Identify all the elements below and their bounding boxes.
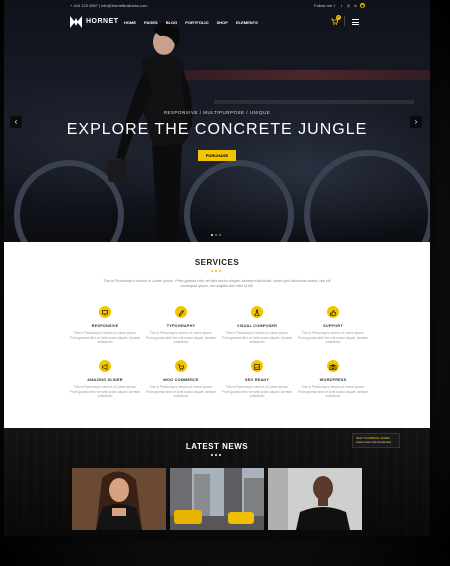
nav-divider: [344, 16, 345, 26]
service-visual-composer: VISUAL COMPOSER This is Photoshop's vers…: [222, 306, 292, 345]
chart-icon: [251, 360, 263, 372]
news-card-image[interactable]: [72, 468, 166, 530]
service-name: WOO COMMERCE: [163, 378, 199, 382]
nav-item-elements[interactable]: ELEMENTS: [236, 20, 258, 25]
purchase-button[interactable]: PURCHASE: [198, 150, 236, 161]
service-name: TYPOGRAPHY: [166, 324, 196, 328]
service-amazing-slider: AMAZING SLIDER This is Photoshop's versi…: [70, 360, 140, 399]
train-beam: [184, 70, 430, 80]
service-desc: This is Photoshop's version of Lorem Ips…: [222, 385, 292, 398]
logo-text[interactable]: HORNET: [86, 18, 119, 25]
service-seo-ready: SEO READY This is Photoshop's version of…: [222, 360, 292, 399]
service-desc: This is Photoshop's version of Lorem Ips…: [70, 385, 140, 398]
hero-headline: EXPLORE THE CONCRETE JUNGLE: [66, 121, 368, 138]
slider-dot[interactable]: [211, 234, 213, 236]
website-preview: + 444 123 4567 | info@hornetbusiness.com…: [4, 0, 430, 536]
service-name: AMAZING SLIDER: [87, 378, 123, 382]
nav-item-pages[interactable]: PAGES: [144, 20, 158, 25]
service-name: SUPPORT: [323, 324, 343, 328]
linkedin-icon[interactable]: in: [353, 3, 358, 8]
hero-tagline: RESPONSIVE / MULTIPURPOSE / UNIQUE: [163, 110, 271, 115]
hero-slider: + 444 123 4567 | info@hornetbusiness.com…: [4, 0, 430, 242]
top-bar: + 444 123 4567 | info@hornetbusiness.com…: [4, 0, 430, 12]
nav-item-blog[interactable]: BLOG: [166, 20, 178, 25]
nav-menu: HOME PAGES BLOG PORTFOLIO SHOP ELEMENTS: [124, 20, 258, 25]
service-typography: TYPOGRAPHY This is Photoshop's version o…: [146, 306, 216, 345]
service-wordpress: WORDPRESS This is Photoshop's version of…: [298, 360, 368, 399]
slider-next-arrow-icon[interactable]: ›: [410, 116, 422, 128]
latest-news-section: NEW THUMBNAIL SLIDES Latest news with th…: [4, 428, 430, 536]
nav-item-shop[interactable]: SHOP: [217, 20, 228, 25]
title-divider-dots: [211, 270, 221, 272]
train-rail: [214, 100, 414, 104]
train-wheel: [304, 150, 430, 242]
service-desc: This is Photoshop's version of Lorem Ips…: [298, 331, 368, 344]
service-name: SEO READY: [244, 378, 270, 382]
hamburger-menu-icon[interactable]: [352, 19, 359, 25]
slider-dot[interactable]: [215, 234, 217, 236]
slider-pagination: [211, 234, 221, 236]
service-woo-commerce: WOO COMMERCE This is Photoshop's version…: [146, 360, 216, 399]
nav-item-home[interactable]: HOME: [124, 20, 136, 25]
service-desc: This is Photoshop's version of Lorem Ips…: [222, 331, 292, 344]
service-desc: This is Photoshop's version of Lorem Ips…: [298, 385, 368, 398]
services-title: SERVICES: [194, 258, 240, 267]
news-card-image[interactable]: [268, 468, 362, 530]
nav-item-portfolio[interactable]: PORTFOLIO: [185, 20, 208, 25]
megaphone-icon: [99, 360, 111, 372]
hornet-logo-icon[interactable]: [70, 16, 82, 28]
twitter-icon[interactable]: t: [339, 3, 344, 8]
cart-count-badge: 0: [336, 15, 341, 20]
pen-icon: [175, 306, 187, 318]
service-desc: This is Photoshop's version of Lorem Ips…: [146, 331, 216, 344]
service-name: WORDPRESS: [319, 378, 347, 382]
cart-icon: [175, 360, 187, 372]
service-desc: This is Photoshop's version of Lorem Ips…: [146, 385, 216, 398]
news-title: LATEST NEWS: [185, 442, 249, 451]
service-name: RESPONSIVE: [91, 324, 119, 328]
service-name: VISUAL COMPOSER: [236, 324, 278, 328]
service-desc: This is Photoshop's version of Lorem Ips…: [70, 331, 140, 344]
flask-icon: [251, 306, 263, 318]
facebook-icon[interactable]: f: [332, 3, 337, 8]
camera-icon: [327, 360, 339, 372]
dribbble-icon[interactable]: ◎: [346, 3, 351, 8]
news-card-image[interactable]: [170, 468, 264, 530]
service-support: SUPPORT This is Photoshop's version of L…: [298, 306, 368, 345]
contact-info: + 444 123 4567 | info@hornetbusiness.com: [70, 3, 148, 8]
thumbs-up-icon: [327, 306, 339, 318]
rss-icon[interactable]: ◉: [360, 3, 365, 8]
slider-dot[interactable]: [219, 234, 221, 236]
services-section: SERVICES This is Photoshop's version of …: [4, 242, 430, 428]
follow-label: Follow me: [314, 3, 333, 8]
title-divider-dots: [211, 454, 221, 456]
monitor-icon: [99, 306, 111, 318]
slider-prev-arrow-icon[interactable]: ‹: [10, 116, 22, 128]
services-intro: This is Photoshop's version of Lorem Ips…: [103, 279, 331, 288]
service-responsive: RESPONSIVE This is Photoshop's version o…: [70, 306, 140, 345]
